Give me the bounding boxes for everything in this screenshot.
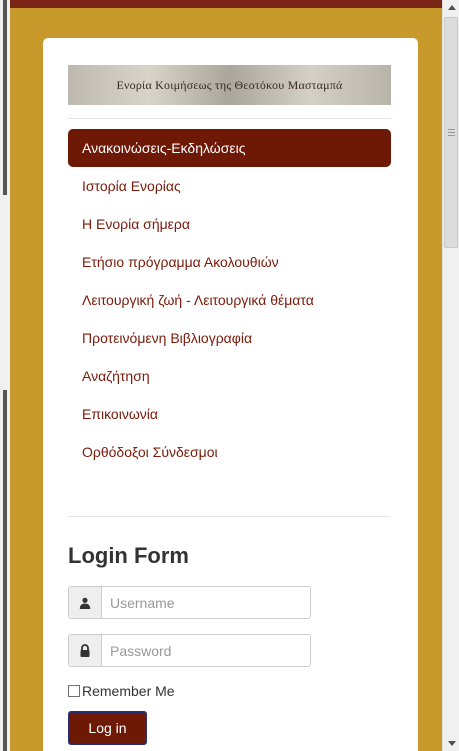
user-icon — [69, 587, 102, 618]
banner-text: Ενορία Κοιμήσεως της Θεοτόκου Μασταμπά — [116, 77, 343, 92]
main-menu: Ανακοινώσεις-Εκδηλώσεις Ιστορία Ενορίας … — [68, 129, 391, 471]
password-field-group — [68, 634, 311, 667]
divider — [68, 118, 391, 119]
scroll-up-arrow-icon[interactable] — [448, 5, 456, 10]
username-field-group — [68, 586, 311, 619]
grip-line — [448, 132, 455, 133]
remember-me-label: Remember Me — [82, 683, 175, 699]
divider — [68, 516, 391, 517]
remember-me[interactable]: Remember Me — [68, 683, 175, 699]
menu-item-parish-today[interactable]: Η Ενορία σήμερα — [68, 205, 391, 243]
menu-item-contact[interactable]: Επικοινωνία — [68, 395, 391, 433]
scroll-down-arrow-icon[interactable] — [448, 741, 456, 746]
lock-icon — [69, 635, 102, 666]
vertical-scrollbar[interactable] — [442, 0, 459, 751]
sidebar-panel: Ενορία Κοιμήσεως της Θεοτόκου Μασταμπά Α… — [43, 38, 418, 751]
menu-item-bibliography[interactable]: Προτεινόμενη Βιβλιογραφία — [68, 319, 391, 357]
parish-banner[interactable]: Ενορία Κοιμήσεως της Θεοτόκου Μασταμπά — [68, 65, 391, 105]
login-form-title: Login Form — [68, 543, 189, 568]
menu-item-announcements[interactable]: Ανακοινώσεις-Εκδηλώσεις — [68, 129, 391, 167]
remember-me-checkbox[interactable] — [68, 685, 80, 697]
left-edge-marker-top — [3, 0, 7, 195]
scrollbar-thumb[interactable] — [444, 17, 458, 248]
password-input[interactable] — [102, 635, 310, 666]
menu-item-parish-history[interactable]: Ιστορία Ενορίας — [68, 167, 391, 205]
left-edge-strip — [0, 0, 10, 751]
menu-item-search[interactable]: Αναζήτηση — [68, 357, 391, 395]
menu-item-orthodox-links[interactable]: Ορθόδοξοι Σύνδεσμοι — [68, 433, 391, 471]
grip-line — [448, 135, 455, 136]
login-button[interactable]: Log in — [68, 711, 147, 745]
left-edge-marker-bottom — [3, 390, 7, 751]
username-input[interactable] — [102, 587, 310, 618]
grip-line — [448, 129, 455, 130]
menu-item-annual-schedule[interactable]: Ετήσιο πρόγραμμα Ακολουθιών — [68, 243, 391, 281]
menu-item-liturgical-life[interactable]: Λειτουργική ζωή - Λειτουργικά θέματα — [68, 281, 391, 319]
